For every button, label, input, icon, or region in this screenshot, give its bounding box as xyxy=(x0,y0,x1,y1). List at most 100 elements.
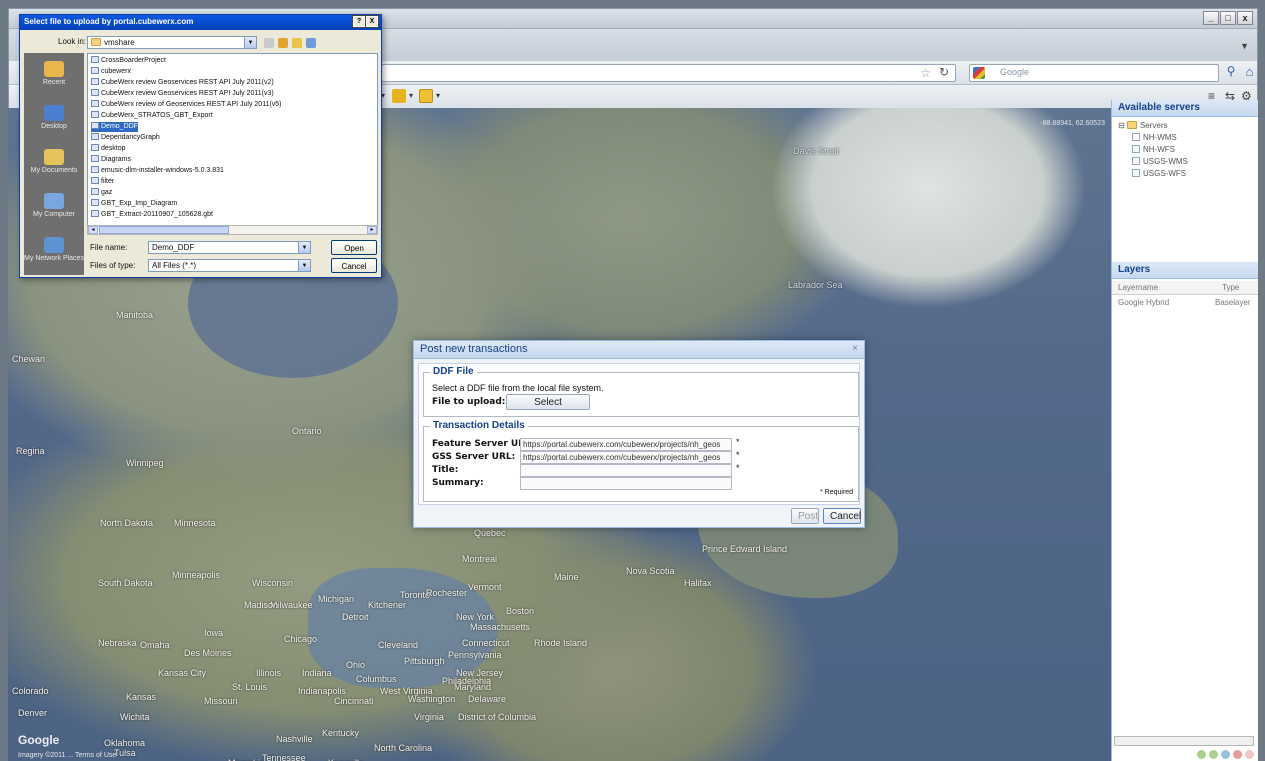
look-in-value: vmshare xyxy=(104,38,135,47)
list-item[interactable]: emusic-dlm-installer-windows-5.0.3.831 xyxy=(91,166,224,176)
list-item[interactable]: GBT_Extract-20110907_105628.gbt xyxy=(91,210,213,220)
scroll-right-icon[interactable]: ▸ xyxy=(367,226,377,234)
map-label: Kentucky xyxy=(322,728,360,738)
map-label: Connecticut xyxy=(462,638,510,648)
list-item[interactable]: Demo_DDF xyxy=(91,122,138,132)
map-label: Columbus xyxy=(356,674,397,684)
list-item[interactable]: gaz xyxy=(91,188,112,198)
file-dialog-cancel-button[interactable]: Cancel xyxy=(331,258,377,273)
place-label: My Computer xyxy=(32,211,75,218)
place-my-computer[interactable]: My Computer xyxy=(24,193,84,218)
url-bar[interactable]: ☆ ↻ xyxy=(381,64,956,82)
place-my-documents[interactable]: My Documents xyxy=(24,149,84,174)
select-file-button[interactable]: Select xyxy=(506,394,590,410)
server-layer-icon xyxy=(1132,145,1140,153)
tab-list-chevron-icon[interactable]: ▼ xyxy=(1240,41,1249,51)
remove-icon[interactable] xyxy=(1233,750,1242,759)
maximize-button[interactable]: □ xyxy=(1220,11,1236,25)
dialog-body: DDF File Select a DDF file from the loca… xyxy=(418,363,860,505)
map-label: Kansas xyxy=(126,692,157,702)
move-down-icon[interactable] xyxy=(1209,750,1218,759)
post-button[interactable]: Post xyxy=(791,508,819,524)
list-item[interactable]: GBT_Exp_Imp_Diagram xyxy=(91,199,177,209)
delete-icon[interactable] xyxy=(1245,750,1254,759)
google-search-engine-icon[interactable] xyxy=(973,67,985,79)
look-in-select[interactable]: vmshare ▼ xyxy=(87,36,257,49)
feature-server-url-field[interactable]: https://portal.cubewerx.com/cubewerx/pro… xyxy=(520,438,732,451)
reload-icon[interactable]: ↻ xyxy=(939,65,949,79)
list-item[interactable]: Diagrams xyxy=(91,155,131,165)
bookmark-star-icon[interactable]: ☆ xyxy=(920,66,931,80)
list-item[interactable]: DependancyGraph xyxy=(91,133,160,143)
scroll-left-icon[interactable]: ◂ xyxy=(88,226,98,234)
chevron-down-icon[interactable]: ▼ xyxy=(244,37,256,48)
new-folder-icon[interactable] xyxy=(292,38,302,48)
toolbar-dropdown-icon[interactable]: ▾ xyxy=(436,91,440,100)
server-item[interactable]: NH-WFS xyxy=(1118,144,1252,156)
notes-icon[interactable] xyxy=(419,89,433,103)
server-label: USGS-WFS xyxy=(1143,169,1187,178)
chevron-down-icon[interactable]: ▼ xyxy=(298,260,310,271)
map-label: Oklahoma xyxy=(104,738,146,748)
summary-field[interactable] xyxy=(520,477,732,490)
table-row[interactable]: Google Hybrid Baselayer xyxy=(1112,296,1258,310)
file-list-horizontal-scrollbar[interactable]: ◂ ▸ xyxy=(87,225,378,235)
gss-server-url-field[interactable]: https://portal.cubewerx.com/cubewerx/pro… xyxy=(520,451,732,464)
place-my-network-places[interactable]: My Network Places xyxy=(24,237,84,262)
info-icon[interactable] xyxy=(1221,750,1230,759)
move-up-icon[interactable] xyxy=(1197,750,1206,759)
server-item[interactable]: USGS-WFS xyxy=(1118,168,1252,180)
map-label: Vermont xyxy=(468,582,502,592)
list-item[interactable]: CubeWerx review of Geoservices REST API … xyxy=(91,100,282,110)
file-icon xyxy=(91,199,99,206)
cancel-button[interactable]: Cancel xyxy=(823,508,861,524)
list-item[interactable]: desktop xyxy=(91,144,126,154)
files-of-type-select[interactable]: All Files (*.*) ▼ xyxy=(148,259,311,272)
file-name-input[interactable]: Demo_DDF ▼ xyxy=(148,241,311,254)
tree-root-servers[interactable]: ⊟ Servers xyxy=(1118,120,1252,132)
server-item[interactable]: USGS-WMS xyxy=(1118,156,1252,168)
map-label: Regina xyxy=(16,446,45,456)
place-icon xyxy=(44,237,64,253)
file-name: CubeWerx_STRATOS_GBT_Export xyxy=(101,112,213,119)
file-icon xyxy=(91,56,99,63)
list-item[interactable]: cubewerx xyxy=(91,67,131,77)
list-item[interactable]: CubeWerx_STRATOS_GBT_Export xyxy=(91,111,213,121)
open-button[interactable]: Open xyxy=(331,240,377,255)
help-button[interactable]: ? xyxy=(352,15,366,28)
map-label: South Dakota xyxy=(98,578,153,588)
title-field[interactable] xyxy=(520,464,732,477)
file-icon xyxy=(91,155,99,162)
close-dialog-button[interactable]: X xyxy=(365,15,379,28)
list-item[interactable]: filter xyxy=(91,177,114,187)
file-name: CubeWerx review Geoservices REST API Jul… xyxy=(101,79,274,86)
close-icon[interactable]: × xyxy=(852,343,858,354)
map-label: North Dakota xyxy=(100,518,154,528)
minimize-button[interactable]: _ xyxy=(1203,11,1219,25)
place-recent[interactable]: Recent xyxy=(24,61,84,86)
map-label: Washington xyxy=(408,694,456,704)
server-item[interactable]: NH-WMS xyxy=(1118,132,1252,144)
back-icon[interactable] xyxy=(264,38,274,48)
place-desktop[interactable]: Desktop xyxy=(24,105,84,130)
column-header-type[interactable]: Type xyxy=(1222,283,1239,292)
list-item[interactable]: CubeWerx review Geoservices REST API Jul… xyxy=(91,89,274,99)
close-window-button[interactable]: x xyxy=(1237,11,1253,25)
column-header-layername[interactable]: Layername xyxy=(1118,283,1158,292)
search-input[interactable]: Google xyxy=(969,64,1219,82)
tree-expand-icon[interactable]: ⊟ xyxy=(1118,121,1125,130)
file-name-value: Demo_DDF xyxy=(152,243,195,252)
layers-horizontal-scrollbar[interactable] xyxy=(1114,736,1254,746)
up-folder-icon[interactable] xyxy=(278,38,288,48)
addon-icon[interactable] xyxy=(392,89,406,103)
list-item[interactable]: CrossBoarderProject xyxy=(91,56,166,66)
home-icon[interactable]: ⌂ xyxy=(1242,64,1257,82)
scroll-thumb[interactable] xyxy=(99,226,229,234)
map-label: District of Columbia xyxy=(458,712,537,722)
toolbar-dropdown-icon[interactable]: ▾ xyxy=(409,91,413,100)
view-menu-icon[interactable] xyxy=(306,38,316,48)
search-go-icon[interactable]: ⚲ xyxy=(1223,64,1239,82)
post-transactions-dialog: Post new transactions × DDF File Select … xyxy=(413,340,865,528)
list-item[interactable]: CubeWerx review Geoservices REST API Jul… xyxy=(91,78,274,88)
chevron-down-icon[interactable]: ▼ xyxy=(298,242,310,253)
